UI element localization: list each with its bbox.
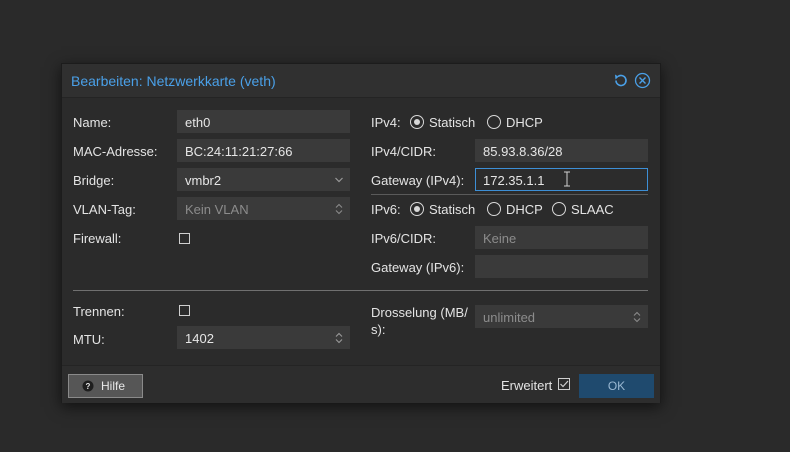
dialog-body: Name: eth0 MAC-Adresse: BC:24:11:21:27:6… xyxy=(62,98,660,365)
name-field[interactable]: eth0 xyxy=(177,110,350,133)
firewall-label: Firewall: xyxy=(73,231,122,246)
firewall-checkbox[interactable] xyxy=(179,233,190,244)
ipv6-cidr-label: IPv6/CIDR: xyxy=(371,231,437,246)
vlan-label: VLAN-Tag: xyxy=(73,202,136,217)
spinner-icon[interactable] xyxy=(632,311,642,323)
ipv6-cidr-placeholder: Keine xyxy=(483,231,517,246)
help-label: Hilfe xyxy=(101,379,126,393)
name-label: Name: xyxy=(73,115,112,130)
gateway-ipv4-field[interactable]: 172.35.1.1 xyxy=(475,168,648,191)
dialog-footer: ? Hilfe Erweitert OK xyxy=(62,365,660,403)
ipv4-static-label: Statisch xyxy=(429,115,476,130)
help-button[interactable]: ? Hilfe xyxy=(68,374,143,398)
ipv4-cidr-label: IPv4/CIDR: xyxy=(371,144,437,159)
chevron-down-icon[interactable] xyxy=(334,174,344,186)
gateway-ipv6-field[interactable] xyxy=(475,255,648,278)
vlan-tag-field[interactable]: Kein VLAN xyxy=(177,197,350,220)
ipv4-dhcp-label: DHCP xyxy=(506,115,543,130)
ok-button[interactable]: OK xyxy=(579,374,654,398)
undo-icon[interactable] xyxy=(612,72,629,89)
vlan-placeholder: Kein VLAN xyxy=(185,202,249,217)
ipv6-dhcp-label: DHCP xyxy=(506,202,543,217)
ipv4-cidr-value: 85.93.8.36/28 xyxy=(483,144,563,159)
edit-network-dialog: Bearbeiten: Netzwerkkarte (veth) Name: e… xyxy=(61,63,661,403)
ipv4-dhcp-radio[interactable] xyxy=(487,115,501,129)
rate-limit-label-line2: s): xyxy=(371,322,386,337)
ipv6-static-label: Statisch xyxy=(429,202,476,217)
bridge-label: Bridge: xyxy=(73,173,115,188)
ipv6-cidr-field[interactable]: Keine xyxy=(475,226,648,249)
bridge-select[interactable]: vmbr2 xyxy=(177,168,350,191)
ipv6-label: IPv6: xyxy=(371,202,401,217)
gateway-ipv4-value: 172.35.1.1 xyxy=(483,173,545,188)
name-value: eth0 xyxy=(185,115,211,130)
mtu-field[interactable]: 1402 xyxy=(177,326,350,349)
ipv6-slaac-radio[interactable] xyxy=(552,202,566,216)
rate-limit-label-line1: Drosselung (MB/ xyxy=(371,305,468,320)
ok-label: OK xyxy=(607,379,626,393)
ipv6-static-radio[interactable] xyxy=(410,202,424,216)
dialog-titlebar[interactable]: Bearbeiten: Netzwerkkarte (veth) xyxy=(62,64,660,98)
disconnect-checkbox[interactable] xyxy=(179,305,190,316)
advanced-separator xyxy=(73,290,648,291)
mac-address-field[interactable]: BC:24:11:21:27:66 xyxy=(177,139,350,162)
gateway-ipv4-label: Gateway (IPv4): xyxy=(371,173,465,188)
text-cursor-icon xyxy=(563,171,571,190)
svg-text:?: ? xyxy=(86,382,91,391)
dialog-title: Bearbeiten: Netzwerkkarte (veth) xyxy=(71,73,276,89)
rate-limit-field[interactable]: unlimited xyxy=(475,305,648,328)
question-circle-icon: ? xyxy=(82,380,94,395)
ipv4-label: IPv4: xyxy=(371,115,401,130)
mtu-label: MTU: xyxy=(73,332,105,347)
mac-label: MAC-Adresse: xyxy=(73,144,158,159)
rate-limit-label: Drosselung (MB/ s): xyxy=(371,304,468,338)
gateway-ipv6-label: Gateway (IPv6): xyxy=(371,260,465,275)
mac-value: BC:24:11:21:27:66 xyxy=(185,144,293,159)
ipv6-dhcp-radio[interactable] xyxy=(487,202,501,216)
ipv4-static-radio[interactable] xyxy=(410,115,424,129)
advanced-checkbox[interactable] xyxy=(558,378,570,390)
close-icon[interactable] xyxy=(634,72,651,89)
ipv6-slaac-label: SLAAC xyxy=(571,202,614,217)
ip-divider xyxy=(371,194,648,195)
rate-limit-placeholder: unlimited xyxy=(483,310,536,325)
spinner-icon[interactable] xyxy=(334,332,344,344)
disconnect-label: Trennen: xyxy=(73,304,125,319)
ipv4-cidr-field[interactable]: 85.93.8.36/28 xyxy=(475,139,648,162)
mtu-value: 1402 xyxy=(185,331,214,346)
spinner-icon[interactable] xyxy=(334,203,344,215)
advanced-label: Erweitert xyxy=(501,378,553,393)
bridge-value: vmbr2 xyxy=(185,173,222,188)
